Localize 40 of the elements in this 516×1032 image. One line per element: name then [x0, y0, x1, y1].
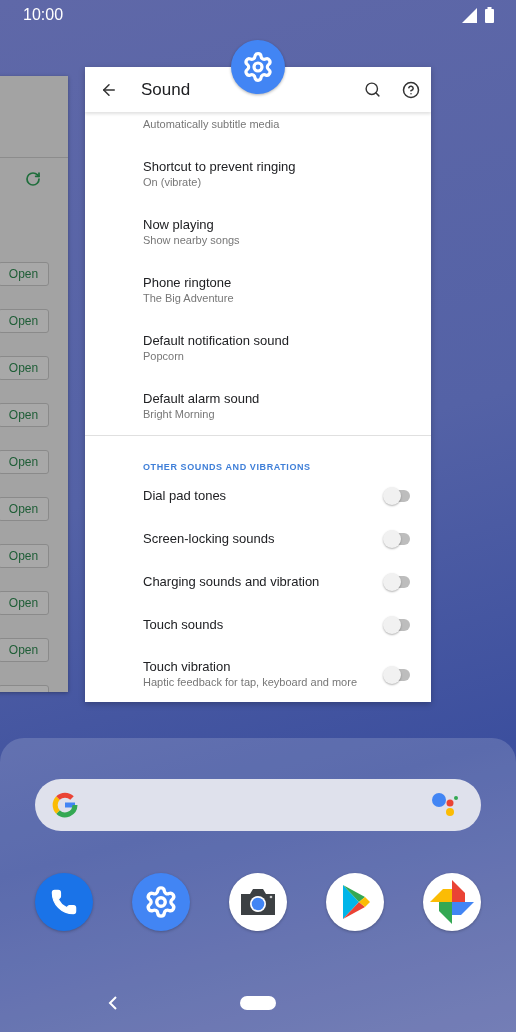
setting-row[interactable]: Touch sounds [85, 603, 431, 646]
setting-value: Bright Morning [143, 406, 216, 422]
setting-row[interactable]: Now playing Show nearby songs [85, 203, 431, 261]
open-button: Open [0, 450, 49, 474]
open-button: Open [0, 262, 49, 286]
setting-title: Default notification sound [143, 332, 290, 349]
clock-time: 10:00 [23, 6, 64, 24]
setting-title: Touch sounds [143, 616, 225, 633]
setting-row[interactable]: Screen-locking sounds [85, 517, 431, 560]
setting-row[interactable]: Default alarm sound Bright Morning [85, 377, 431, 435]
section-header: OTHER SOUNDS AND VIBRATIONS [143, 462, 311, 472]
setting-title: Charging sounds and vibration [143, 573, 321, 590]
setting-value: The Big Adventure [143, 290, 235, 306]
setting-value: Automatically subtitle media [143, 117, 281, 132]
setting-value: Show nearby songs [143, 232, 241, 248]
setting-row[interactable]: Default notification sound Popcorn [85, 319, 431, 377]
open-button: Open [0, 356, 49, 380]
setting-title: Shortcut to prevent ringing [143, 158, 297, 175]
open-button: Open [0, 403, 49, 427]
setting-row[interactable]: Charging sounds and vibration [85, 560, 431, 603]
open-button: Open [0, 591, 49, 615]
setting-row[interactable]: Dial pad tones [85, 474, 431, 517]
open-button: Open [0, 544, 49, 568]
setting-title: Dial pad tones [143, 487, 228, 504]
screen-title: Sound [141, 79, 192, 100]
setting-row[interactable]: Touch vibration Haptic feedback for tap, keyboard and more [85, 646, 431, 702]
setting-value: On (vibrate) [143, 174, 203, 190]
setting-title: Now playing [143, 216, 215, 233]
setting-row[interactable]: Automatically subtitle media [85, 112, 431, 145]
setting-title: Screen-locking sounds [143, 530, 276, 547]
setting-title: Phone ringtone [143, 274, 233, 291]
setting-value: Popcorn [143, 348, 185, 364]
open-button: Open [0, 309, 49, 333]
open-button: Open [0, 497, 49, 521]
setting-title: Default alarm sound [143, 390, 261, 407]
setting-row[interactable]: Phone ringtone The Big Adventure [85, 261, 431, 319]
open-button: Open [0, 638, 49, 662]
setting-title: Touch vibration [143, 659, 232, 675]
setting-row[interactable]: Shortcut to prevent ringing On (vibrate) [85, 145, 431, 203]
setting-description: Haptic feedback for tap, keyboard and more [143, 675, 358, 690]
